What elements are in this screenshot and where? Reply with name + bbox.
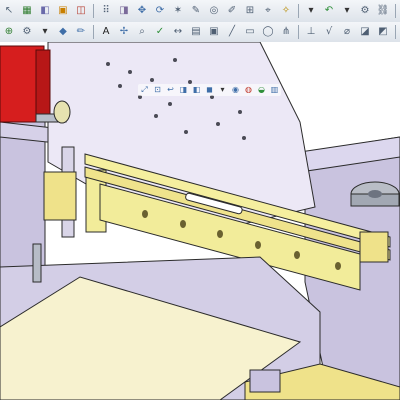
pulley-hub (368, 190, 382, 198)
motor-flange (35, 49, 51, 117)
pattern-icon[interactable]: ⠿ (99, 4, 113, 18)
mirror-icon[interactable]: ◨ (117, 4, 131, 18)
toolbar-separator (395, 4, 396, 18)
zoom-icon[interactable]: ⌕ (135, 25, 149, 39)
hole-callout-icon[interactable]: ⌀ (340, 25, 354, 39)
main-toolbar: ↖▦◧▣◫⠿◨✥⟳✶✎◎✐⊞⌖✧▾↶▾⚙⛓⚑⊿✂⎘▤⎙⌕✑✤?▥▩ (0, 0, 400, 23)
shaded-icon[interactable]: ◩ (376, 25, 390, 39)
cad-application: ↖▦◧▣◫⠿◨✥⟳✶✎◎✐⊞⌖✧▾↶▾⚙⛓⚑⊿✂⎘▤⎙⌕✑✤?▥▩ ⊕⚙▾◆✏A… (0, 0, 400, 400)
edit-appearance-icon[interactable]: ◍ (243, 85, 254, 96)
scene-icon[interactable]: ◒ (256, 85, 267, 96)
assembly-icon[interactable]: ▣ (56, 4, 70, 18)
link-icon[interactable]: ⛓ (376, 4, 390, 18)
mate-icon[interactable]: ⊕ (2, 25, 16, 39)
idler-roller[interactable] (359, 231, 389, 263)
toolbar-separator (298, 25, 299, 39)
edit-component-icon[interactable]: ✐ (225, 4, 239, 18)
toolbar-separator (395, 25, 396, 39)
line-icon[interactable]: ╱ (225, 25, 239, 39)
options-icon[interactable]: ⚙ (358, 4, 372, 18)
rotate-component-icon[interactable]: ⟳ (153, 4, 167, 18)
graphics-area[interactable]: ⤢ ⊡ ↩ ◨ ◧ ◼ ▾ ◉ ◍ ◒ ▥ (0, 42, 400, 400)
dropdown-arrow-icon[interactable]: ▾ (304, 4, 318, 18)
cursor-icon[interactable]: ↖ (2, 4, 16, 18)
view-icon[interactable]: ◧ (38, 4, 52, 18)
weld-symbol-icon[interactable]: ⋔ (279, 25, 293, 39)
command-toolbar: ⊕⚙▾◆✏A✢⌕✓↔▤▣╱▭◯⋔⊥√⌀◪◩▾◐⊞▾ (0, 22, 400, 43)
view-settings-icon[interactable]: ▥ (269, 85, 280, 96)
display-style-icon[interactable]: ◼ (204, 85, 215, 96)
layer-icon[interactable]: ◪ (358, 25, 372, 39)
block-icon[interactable]: ▣ (207, 25, 221, 39)
leveling-bolt[interactable] (32, 243, 42, 283)
smart-dimension-icon[interactable]: ↔ (171, 25, 185, 39)
settings-icon[interactable]: ⚙ (20, 25, 34, 39)
dropdown-arrow-icon[interactable]: ▾ (38, 25, 52, 39)
toolbar-separator (93, 25, 94, 39)
text-a-icon[interactable]: A (99, 25, 113, 39)
smart-mates-icon[interactable]: ◫ (74, 4, 88, 18)
surface-finish-icon[interactable]: √ (322, 25, 336, 39)
balloon-icon[interactable]: ◯ (261, 25, 275, 39)
dropdown-arrow-icon[interactable]: ▾ (340, 4, 354, 18)
undo-curve-icon[interactable]: ↶ (322, 4, 336, 18)
check-icon[interactable]: ✓ (153, 25, 167, 39)
hide-show-icon[interactable]: ◎ (207, 4, 221, 18)
move-component-icon[interactable]: ✥ (135, 4, 149, 18)
sketch-point-icon[interactable]: ✢ (117, 25, 131, 39)
zoom-to-fit-icon[interactable]: ⤢ (139, 85, 150, 96)
view-orientation-icon[interactable]: ◧ (191, 85, 202, 96)
sketch-icon[interactable]: ✎ (189, 4, 203, 18)
bottom-rail-block[interactable] (249, 369, 281, 393)
zoom-area-icon[interactable]: ⊡ (152, 85, 163, 96)
section-view-icon[interactable]: ◨ (178, 85, 189, 96)
note-icon[interactable]: ▭ (243, 25, 257, 39)
linear-carriage-block[interactable] (43, 171, 77, 221)
datum-icon[interactable]: ⊥ (304, 25, 318, 39)
grid-icon[interactable]: ▦ (20, 4, 34, 18)
hide-items-icon[interactable]: ◉ (230, 85, 241, 96)
pencil-icon[interactable]: ✏ (74, 25, 88, 39)
toolbar-separator (298, 4, 299, 18)
dropdown-arrow-icon[interactable]: ▾ (217, 85, 228, 96)
previous-view-icon[interactable]: ↩ (165, 85, 176, 96)
magic-wand-icon[interactable]: ✧ (279, 4, 293, 18)
toolbar-separator (93, 4, 94, 18)
explode-icon[interactable]: ✶ (171, 4, 185, 18)
coupling-hub[interactable] (53, 100, 71, 124)
heads-up-view-toolbar: ⤢ ⊡ ↩ ◨ ◧ ◼ ▾ ◉ ◍ ◒ ▥ (138, 84, 281, 96)
insert-icon[interactable]: ⊞ (243, 4, 257, 18)
table-icon[interactable]: ▤ (189, 25, 203, 39)
reference-icon[interactable]: ⌖ (261, 4, 275, 18)
diamond-icon[interactable]: ◆ (56, 25, 70, 39)
